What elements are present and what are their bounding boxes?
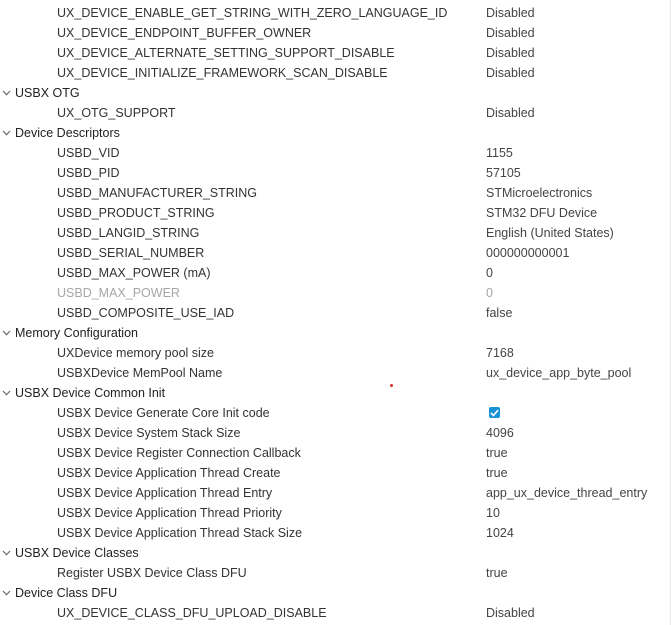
param-name: USBD_MAX_POWER (mA): [57, 266, 211, 280]
param-value[interactable]: 57105: [486, 163, 521, 183]
param-value[interactable]: English (United States): [486, 223, 614, 243]
param-row-usbxdevice-mempool-name[interactable]: USBXDevice MemPool Name ux_device_app_byt…: [0, 363, 671, 383]
chevron-down-icon[interactable]: [0, 323, 12, 343]
param-name: USBX Device Application Thread Entry: [57, 486, 273, 500]
group-label: Device Descriptors: [15, 126, 120, 140]
param-value[interactable]: Disabled: [486, 103, 535, 123]
group-label: USBX OTG: [15, 86, 80, 100]
param-row-uxdevice-memory-pool-size[interactable]: UXDevice memory pool size 7168: [0, 343, 671, 363]
param-name: UX_DEVICE_ENDPOINT_BUFFER_OWNER: [57, 26, 312, 40]
param-name: UX_DEVICE_ALTERNATE_SETTING_SUPPORT_DISA…: [57, 46, 395, 60]
chevron-down-icon[interactable]: [0, 123, 12, 143]
param-row-ux-device-class-dfu-upload-disable[interactable]: UX_DEVICE_CLASS_DFU_UPLOAD_DISABLE Disabl…: [0, 603, 671, 623]
param-value[interactable]: 10: [486, 503, 500, 523]
param-name: USBD_PRODUCT_STRING: [57, 206, 215, 220]
param-value[interactable]: 7168: [486, 343, 514, 363]
param-name: UXDevice memory pool size: [57, 346, 214, 360]
chevron-down-icon[interactable]: [0, 383, 12, 403]
param-name: UX_DEVICE_INITIALIZE_FRAMEWORK_SCAN_DISA…: [57, 66, 388, 80]
param-value[interactable]: true: [486, 563, 508, 583]
param-row-usbd-product-string[interactable]: USBD_PRODUCT_STRING STM32 DFU Device: [0, 203, 671, 223]
group-row-device-descriptors[interactable]: Device Descriptors: [0, 123, 671, 143]
chevron-down-icon[interactable]: [0, 583, 12, 603]
param-row-usbx-device-application-thread-create[interactable]: USBX Device Application Thread Create tru…: [0, 463, 671, 483]
param-name: USBD_SERIAL_NUMBER: [57, 246, 205, 260]
param-row-usbx-device-application-thread-entry[interactable]: USBX Device Application Thread Entry app_…: [0, 483, 671, 503]
param-value[interactable]: 0: [486, 263, 493, 283]
param-row-usbd-manufacturer-string[interactable]: USBD_MANUFACTURER_STRING STMicroelectroni…: [0, 183, 671, 203]
group-label: USBX Device Common Init: [15, 386, 166, 400]
parameter-tree: UX_DEVICE_ENABLE_GET_STRING_WITH_ZERO_LA…: [0, 3, 671, 623]
param-value[interactable]: STM32 DFU Device: [486, 203, 597, 223]
group-row-usbx-otg[interactable]: USBX OTG: [0, 83, 671, 103]
param-row-ux-device-endpoint-buffer-owner[interactable]: UX_DEVICE_ENDPOINT_BUFFER_OWNER Disabled: [0, 23, 671, 43]
param-value[interactable]: 000000000001: [486, 243, 569, 263]
param-value[interactable]: Disabled: [486, 603, 535, 623]
param-value[interactable]: Disabled: [486, 63, 535, 83]
param-name: USBX Device Application Thread Create: [57, 466, 281, 480]
param-name: USBD_COMPOSITE_USE_IAD: [57, 306, 235, 320]
group-row-usbx-device-common-init[interactable]: USBX Device Common Init: [0, 383, 671, 403]
param-row-usbd-composite-use-iad[interactable]: USBD_COMPOSITE_USE_IAD false: [0, 303, 671, 323]
param-value[interactable]: ux_device_app_byte_pool: [486, 363, 631, 383]
param-row-usbd-max-power-ma[interactable]: USBD_MAX_POWER (mA) 0: [0, 263, 671, 283]
param-row-usbd-vid[interactable]: USBD_VID 1155: [0, 143, 671, 163]
param-row-ux-device-initialize-framework-scan-disable[interactable]: UX_DEVICE_INITIALIZE_FRAMEWORK_SCAN_DISA…: [0, 63, 671, 83]
param-row-register-usbx-device-class-dfu[interactable]: Register USBX Device Class DFU true: [0, 563, 671, 583]
param-value: 0: [486, 286, 493, 300]
param-name: USBX Device Application Thread Priority: [57, 506, 282, 520]
param-row-usbd-langid-string[interactable]: USBD_LANGID_STRING English (United States…: [0, 223, 671, 243]
param-name: Register USBX Device Class DFU: [57, 566, 247, 580]
param-value[interactable]: Disabled: [486, 23, 535, 43]
param-name: USBX Device Register Connection Callback: [57, 446, 301, 460]
param-name: USBD_PID: [57, 166, 120, 180]
param-row-ux-otg-support[interactable]: UX_OTG_SUPPORT Disabled: [0, 103, 671, 123]
param-value[interactable]: 1155: [486, 143, 513, 163]
param-value[interactable]: STMicroelectronics: [486, 183, 592, 203]
param-value[interactable]: app_ux_device_thread_entry: [486, 483, 647, 503]
group-row-usbx-device-classes[interactable]: USBX Device Classes: [0, 543, 671, 563]
param-name: USBD_VID: [57, 146, 120, 160]
param-value[interactable]: Disabled: [486, 43, 535, 63]
param-value[interactable]: true: [486, 463, 508, 483]
param-row-usbx-device-system-stack-size[interactable]: USBX Device System Stack Size 4096: [0, 423, 671, 443]
param-value[interactable]: 4096: [486, 423, 514, 443]
param-value[interactable]: Disabled: [486, 3, 535, 23]
param-name: USBD_LANGID_STRING: [57, 226, 200, 240]
param-name: UX_DEVICE_CLASS_DFU_UPLOAD_DISABLE: [57, 606, 327, 620]
param-row-usbd-max-power: USBD_MAX_POWER 0: [0, 283, 671, 303]
checkmark-icon: [490, 409, 499, 417]
param-row-usbx-device-register-connection-callback[interactable]: USBX Device Register Connection Callback…: [0, 443, 671, 463]
param-row-ux-device-enable-get-string-with-zero-language-id[interactable]: UX_DEVICE_ENABLE_GET_STRING_WITH_ZERO_LA…: [0, 3, 671, 23]
group-row-device-class-dfu[interactable]: Device Class DFU: [0, 583, 671, 603]
param-name: USBD_MANUFACTURER_STRING: [57, 186, 258, 200]
param-checkbox[interactable]: [489, 407, 500, 418]
param-row-usbd-pid[interactable]: USBD_PID 57105: [0, 163, 671, 183]
param-row-usbx-device-generate-core-init-code[interactable]: USBX Device Generate Core Init code: [0, 403, 671, 423]
stray-dot: [390, 384, 393, 387]
param-name: USBXDevice MemPool Name: [57, 366, 223, 380]
group-row-memory-configuration[interactable]: Memory Configuration: [0, 323, 671, 343]
group-label: Memory Configuration: [15, 326, 138, 340]
param-row-usbx-device-application-thread-priority[interactable]: USBX Device Application Thread Priority 1…: [0, 503, 671, 523]
param-name: UX_DEVICE_ENABLE_GET_STRING_WITH_ZERO_LA…: [57, 6, 448, 20]
param-name: USBX Device System Stack Size: [57, 426, 241, 440]
chevron-down-icon[interactable]: [0, 83, 12, 103]
param-row-ux-device-alternate-setting-support-disable[interactable]: UX_DEVICE_ALTERNATE_SETTING_SUPPORT_DISA…: [0, 43, 671, 63]
param-name: USBD_MAX_POWER: [57, 286, 180, 300]
group-label: USBX Device Classes: [15, 546, 139, 560]
param-row-usbd-serial-number[interactable]: USBD_SERIAL_NUMBER 000000000001: [0, 243, 671, 263]
group-label: Device Class DFU: [15, 586, 118, 600]
param-value[interactable]: 1024: [486, 523, 514, 543]
chevron-down-icon[interactable]: [0, 543, 12, 563]
param-name: USBX Device Generate Core Init code: [57, 406, 270, 420]
param-name: USBX Device Application Thread Stack Siz…: [57, 526, 303, 540]
param-name: UX_OTG_SUPPORT: [57, 106, 176, 120]
param-value[interactable]: false: [486, 303, 512, 323]
param-row-usbx-device-application-thread-stack-size[interactable]: USBX Device Application Thread Stack Siz…: [0, 523, 671, 543]
param-value[interactable]: true: [486, 443, 508, 463]
